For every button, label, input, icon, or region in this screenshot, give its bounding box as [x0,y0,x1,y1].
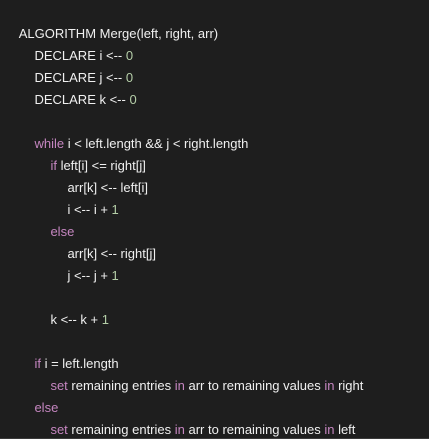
declare-j-line: DECLARE j <-- 0 [0,45,429,85]
increment-k-line: k <-- k + 1 [0,287,429,327]
increment-i-line: i <-- i + 1 [0,177,429,217]
in-keyword: in [324,422,335,437]
assign-left-line: arr[k] <-- left[i] [0,155,429,195]
in-keyword: in [174,422,185,437]
code-block: ALGORITHM Merge(left, right, arr) DECLAR… [0,0,429,439]
if-end-line: if i = left.length [0,331,429,371]
if-compare-line: if left[i] <= right[j] [0,133,429,173]
set-left-line: set remaining entries in arr to remainin… [0,397,429,437]
declare-k-line: DECLARE k <-- 0 [0,67,429,107]
set-left-text-b: arr to remaining values [184,422,325,437]
set-left-text-a: remaining entries [67,422,175,437]
set-left-text-c: left [334,422,356,437]
set-right-line: set remaining entries in arr to remainin… [0,353,429,393]
else-end-line: else [0,375,429,415]
algorithm-header-line: ALGORITHM Merge(left, right, arr) [0,1,429,41]
while-line: while i < left.length && j < right.lengt… [0,111,429,151]
increment-j-line: j <-- j + 1 [0,243,429,283]
set-keyword: set [50,422,68,437]
declare-i-line: DECLARE i <-- 0 [0,23,429,63]
assign-right-line: arr[k] <-- right[j] [0,221,429,261]
else-line: else [0,199,429,239]
